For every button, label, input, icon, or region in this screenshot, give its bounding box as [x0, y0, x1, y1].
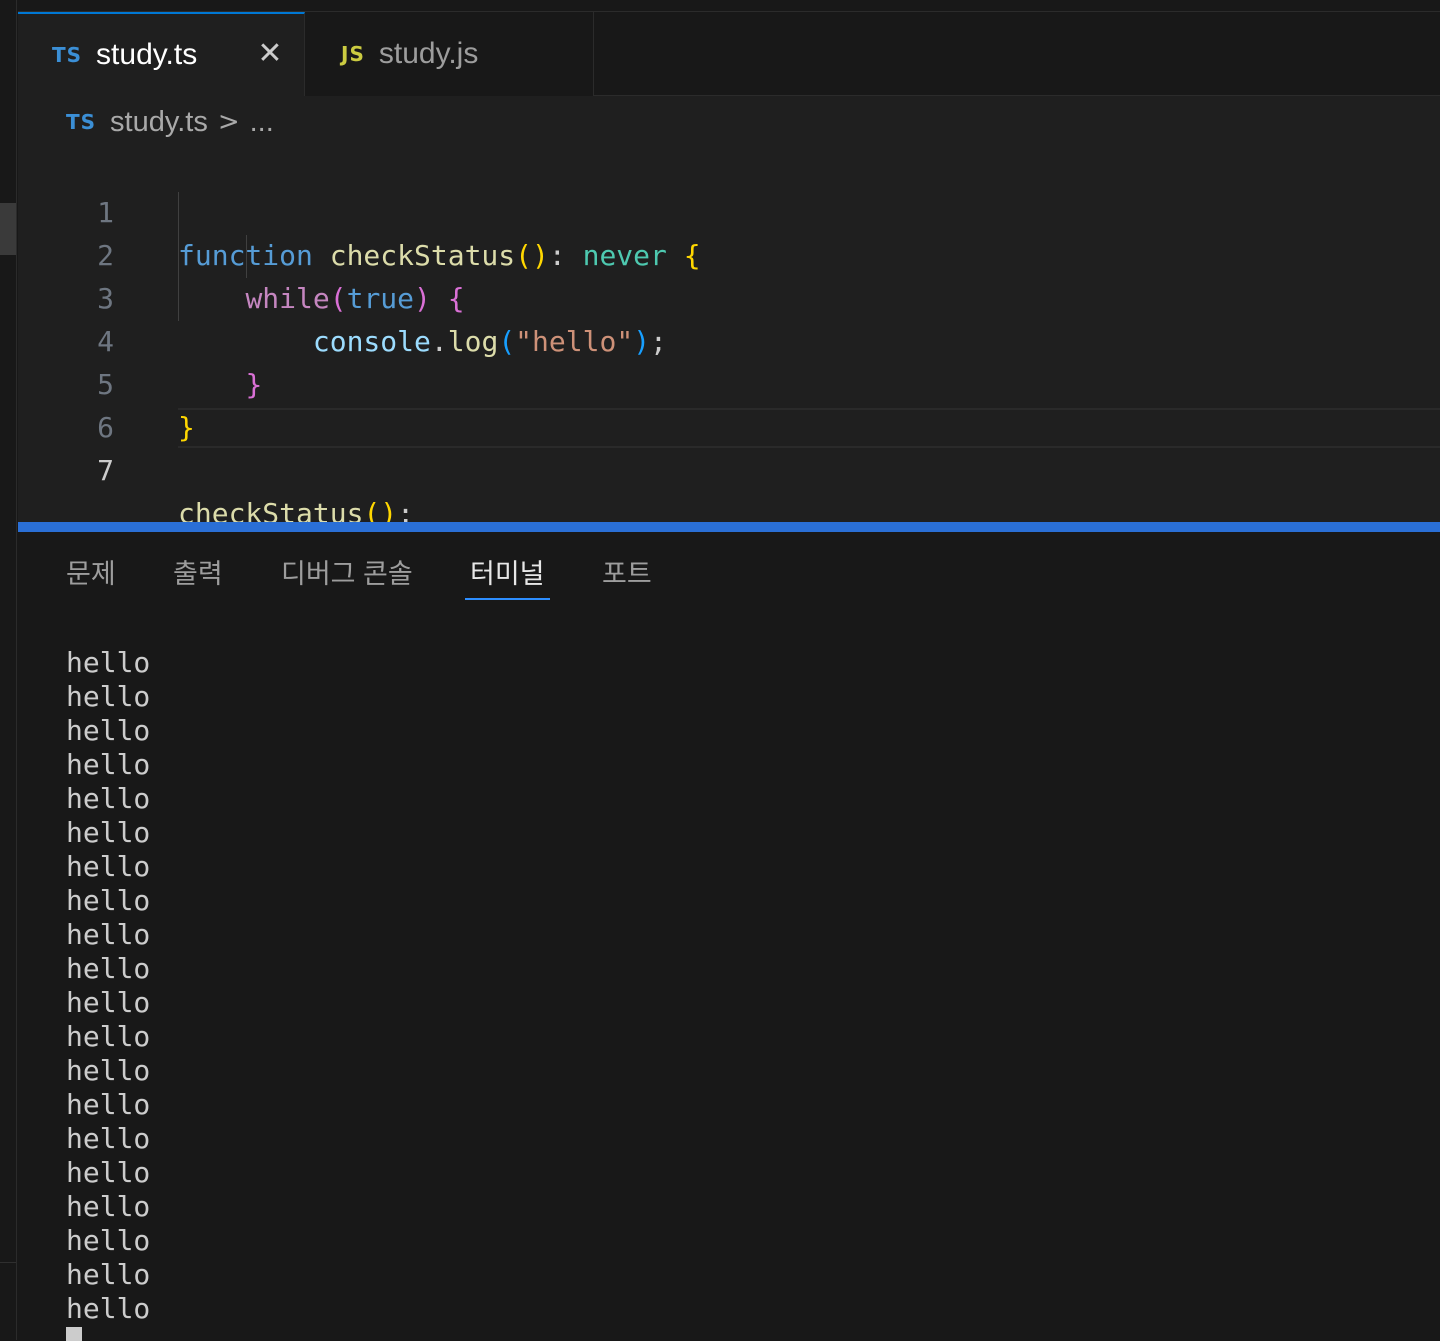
- terminal-line: hello: [66, 1190, 151, 1223]
- terminal-line: hello: [66, 1054, 151, 1087]
- terminal-line: hello: [66, 1258, 151, 1291]
- tab-label: study.js: [378, 37, 479, 70]
- breadcrumb-file[interactable]: study.ts: [110, 106, 208, 139]
- code-editor[interactable]: TS study.ts > ... 1 function checkStatus…: [18, 96, 1440, 530]
- active-tab-indicator: [465, 598, 550, 600]
- code-line: 4 }: [18, 277, 1440, 401]
- tab-terminal-label: 터미널: [470, 559, 545, 589]
- code-line: 2 while(true) {: [18, 191, 1440, 315]
- line-number: 7: [97, 454, 114, 487]
- code-line: 1 function checkStatus(): never {: [18, 148, 1440, 272]
- terminal-line: hello: [66, 1224, 151, 1257]
- activity-bar-edge: [0, 0, 17, 1340]
- terminal-cursor: [66, 1327, 82, 1341]
- code-line: 6: [18, 363, 1440, 444]
- tab-debug-console[interactable]: 디버그 콘솔: [281, 554, 413, 600]
- terminal-line: hello: [66, 680, 151, 713]
- terminal-line: hello: [66, 986, 151, 1019]
- code-line: 7 checkStatus();: [18, 406, 1440, 530]
- panel-resize-sash[interactable]: [18, 522, 1440, 532]
- close-icon[interactable]: ✕: [256, 39, 284, 69]
- tab-study-ts[interactable]: TS study.ts ✕: [18, 12, 305, 96]
- terminal-line: hello: [66, 646, 151, 679]
- typescript-icon: TS: [66, 110, 97, 134]
- tab-study-js[interactable]: JS study.js: [305, 12, 594, 96]
- editor-tab-bar: TS study.ts ✕ JS study.js: [18, 11, 1440, 96]
- activity-indicator: [0, 203, 16, 255]
- javascript-icon: JS: [341, 42, 365, 66]
- typescript-icon: TS: [52, 43, 83, 67]
- activity-separator: [0, 1262, 16, 1263]
- terminal-line: hello: [66, 1088, 151, 1121]
- bottom-panel: 문제 출력 디버그 콘솔 터미널 포트 hello hello hello he…: [18, 532, 1440, 1341]
- tab-output[interactable]: 출력: [173, 554, 223, 600]
- terminal-line: hello: [66, 816, 151, 849]
- code-line: 5 }: [18, 320, 1440, 444]
- terminal-line: hello: [66, 782, 151, 815]
- terminal-line: hello: [66, 714, 151, 747]
- terminal-line: hello: [66, 850, 151, 883]
- tab-problems[interactable]: 문제: [66, 554, 116, 600]
- terminal-line: hello: [66, 1122, 151, 1155]
- breadcrumb: TS study.ts > ...: [66, 102, 274, 142]
- terminal-line: hello: [66, 1020, 151, 1053]
- tab-label: study.ts: [96, 38, 198, 71]
- terminal-line: hello: [66, 952, 151, 985]
- terminal-line: hello: [66, 748, 151, 781]
- code-line: 3 console.log("hello");: [18, 234, 1440, 358]
- chevron-right-icon: >: [217, 107, 240, 137]
- terminal-line: hello: [66, 1292, 151, 1325]
- tab-terminal[interactable]: 터미널: [465, 554, 550, 600]
- terminal-line: hello: [66, 884, 151, 917]
- breadcrumb-more[interactable]: ...: [250, 106, 274, 139]
- terminal-line: hello: [66, 1156, 151, 1189]
- terminal-line: hello: [66, 918, 151, 951]
- tab-ports[interactable]: 포트: [602, 554, 652, 600]
